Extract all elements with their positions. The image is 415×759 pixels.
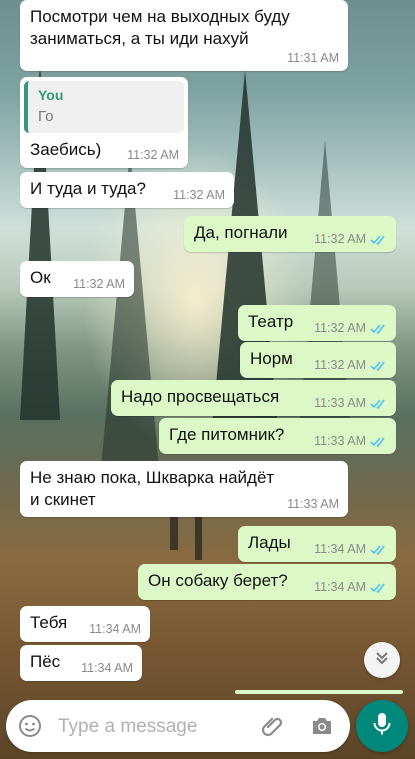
message-outgoing[interactable]: Лады 11:34 AM: [238, 526, 396, 562]
partial-bubble-edge: [235, 690, 403, 694]
message-outgoing[interactable]: Где питомник? 11:33 AM: [159, 418, 396, 454]
quoted-message[interactable]: You Го: [24, 81, 184, 133]
message-outgoing[interactable]: Норм 11:32 AM: [240, 342, 396, 378]
read-ticks-icon: [370, 234, 388, 245]
quote-author: You: [38, 87, 64, 103]
message-time: 11:34 AM: [314, 542, 388, 556]
message-time: 11:32 AM: [314, 232, 388, 246]
message-time: 11:31 AM: [287, 51, 339, 65]
message-time: 11:32 AM: [314, 321, 388, 335]
scroll-to-bottom-button[interactable]: [364, 642, 400, 678]
read-ticks-icon: [370, 398, 388, 409]
message-time: 11:34 AM: [314, 580, 388, 594]
message-outgoing[interactable]: Надо просвещаться 11:33 AM: [111, 380, 396, 416]
paperclip-icon[interactable]: [260, 713, 286, 744]
emoji-icon[interactable]: [18, 714, 42, 743]
message-incoming[interactable]: Не знаю пока, Шкварка найдёт и скинет 11…: [20, 461, 348, 517]
message-time: 11:32 AM: [173, 188, 225, 202]
camera-icon[interactable]: [310, 714, 334, 743]
quote-text: Го: [38, 108, 54, 125]
message-time: 11:34 AM: [81, 661, 133, 675]
double-chevron-down-icon: [373, 649, 391, 672]
message-outgoing[interactable]: Театр 11:32 AM: [238, 305, 396, 341]
read-ticks-icon: [370, 323, 388, 334]
read-ticks-icon: [370, 360, 388, 371]
message-time: 11:34 AM: [89, 622, 141, 636]
read-ticks-icon: [370, 544, 388, 555]
message-composer[interactable]: [6, 700, 350, 752]
message-outgoing[interactable]: Да, погнали 11:32 AM: [184, 216, 396, 252]
message-incoming[interactable]: Тебя 11:34 AM: [20, 606, 150, 642]
message-time: 11:32 AM: [127, 148, 179, 162]
message-text: Посмотри чем на выходных буду заниматься…: [30, 7, 290, 48]
message-outgoing[interactable]: Он собаку берет? 11:34 AM: [138, 564, 396, 600]
message-input[interactable]: [56, 712, 250, 742]
message-list[interactable]: Посмотри чем на выходных буду заниматься…: [0, 0, 415, 759]
voice-record-button[interactable]: [356, 700, 408, 752]
message-time: 11:33 AM: [314, 434, 388, 448]
message-time: 11:33 AM: [314, 396, 388, 410]
message-incoming[interactable]: И туда и туда? 11:32 AM: [20, 172, 234, 208]
message-time: 11:32 AM: [314, 358, 388, 372]
message-time: 11:32 AM: [73, 277, 125, 291]
read-ticks-icon: [370, 436, 388, 447]
message-incoming-reply[interactable]: You Го Заебись) 11:32 AM: [20, 77, 188, 168]
message-time: 11:33 AM: [287, 497, 339, 511]
message-incoming[interactable]: Посмотри чем на выходных буду заниматься…: [20, 0, 348, 71]
microphone-icon: [371, 711, 393, 742]
read-ticks-icon: [370, 582, 388, 593]
message-incoming[interactable]: Ок 11:32 AM: [20, 261, 134, 297]
message-incoming[interactable]: Пёс 11:34 AM: [20, 645, 142, 681]
